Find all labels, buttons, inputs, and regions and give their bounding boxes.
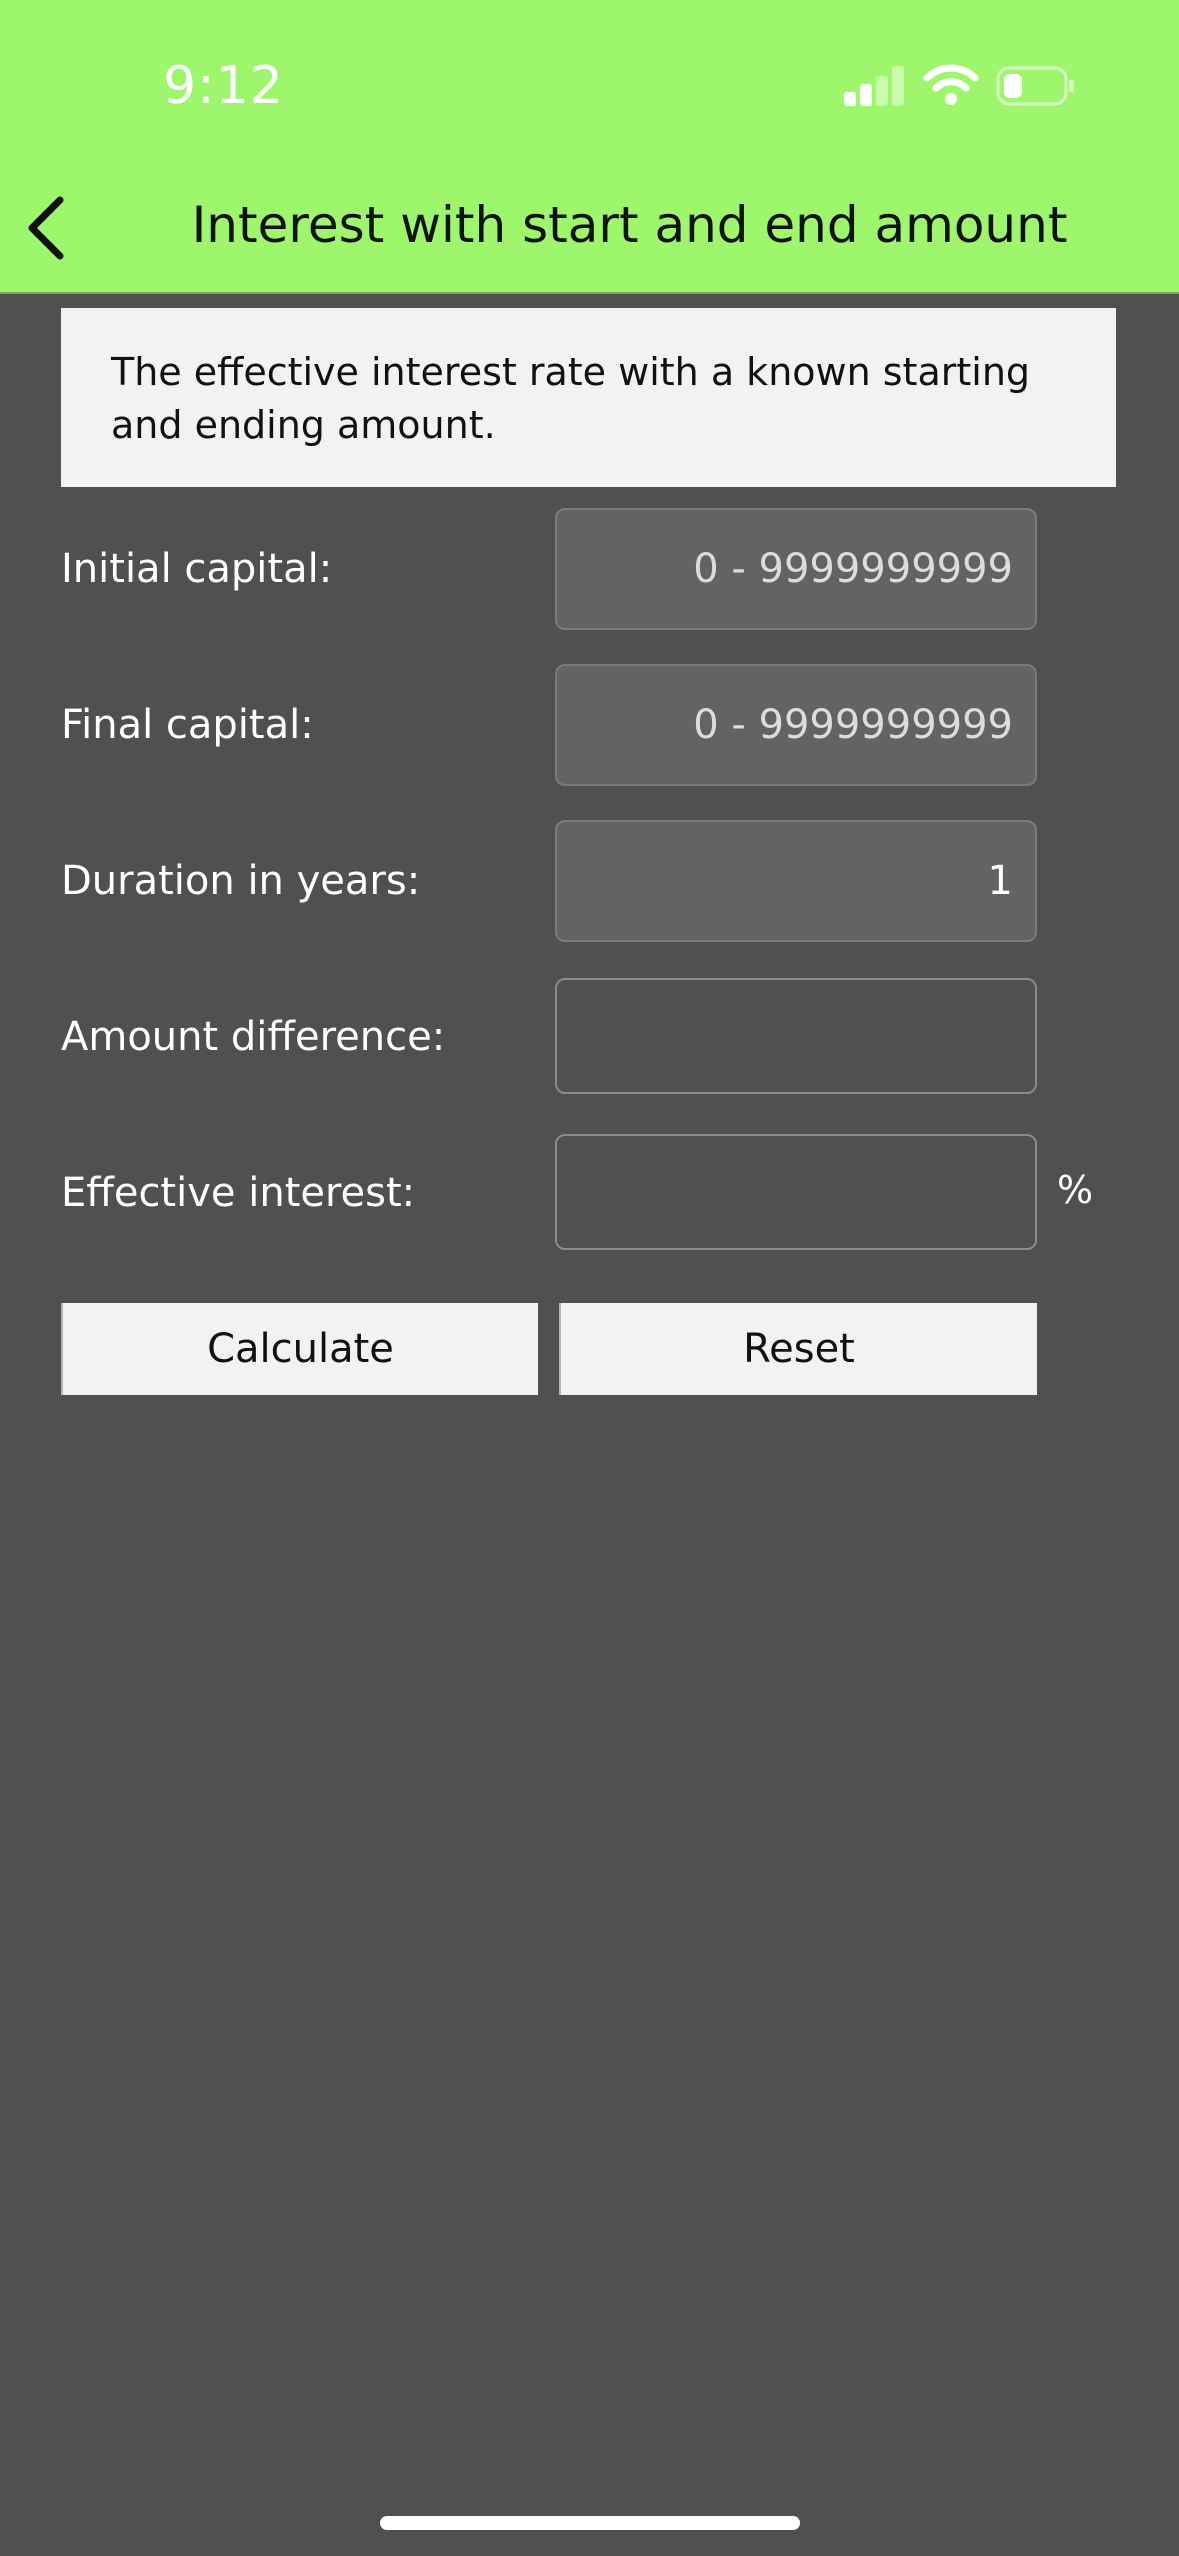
signal-icon [844, 66, 904, 106]
page-title: Interest with start and end amount [191, 196, 1068, 254]
effective-interest-output [555, 1134, 1037, 1250]
status-time: 9:12 [163, 56, 284, 116]
amount-difference-output [555, 978, 1037, 1094]
initial-capital-input[interactable] [555, 508, 1037, 630]
duration-input[interactable] [555, 820, 1037, 942]
app-header: 9:12 Interest with start and end amount [0, 0, 1179, 294]
reset-button[interactable]: Reset [559, 1303, 1037, 1395]
wifi-icon [923, 64, 979, 105]
final-capital-input[interactable] [555, 664, 1037, 786]
effective-interest-label: Effective interest: [61, 1170, 416, 1216]
amount-difference-label: Amount difference: [61, 1014, 446, 1060]
description-panel: The effective interest rate with a known… [61, 308, 1116, 487]
percent-unit: % [1057, 1168, 1094, 1212]
duration-label: Duration in years: [61, 858, 421, 904]
battery-icon [996, 66, 1074, 106]
home-indicator[interactable] [380, 2516, 800, 2530]
initial-capital-label: Initial capital: [61, 546, 333, 592]
chevron-left-icon[interactable] [18, 190, 74, 266]
final-capital-label: Final capital: [61, 702, 314, 748]
calculate-button[interactable]: Calculate [61, 1303, 538, 1395]
